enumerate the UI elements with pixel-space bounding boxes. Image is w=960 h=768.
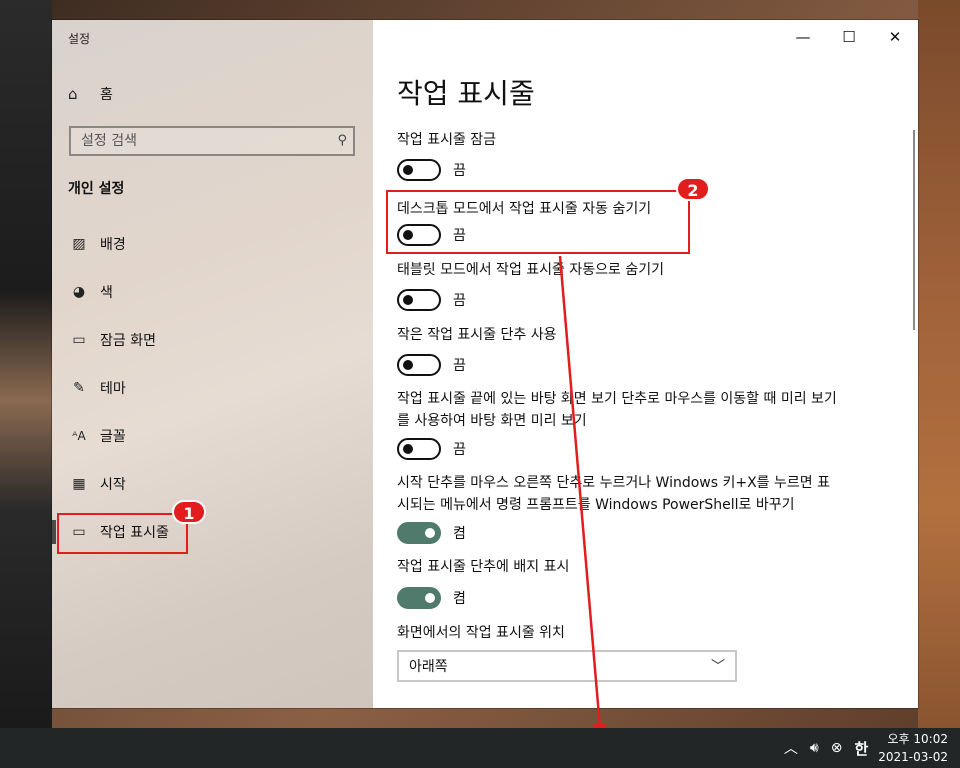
toggle-lock-taskbar[interactable]: 끔 xyxy=(397,159,466,181)
toggle-switch[interactable] xyxy=(397,438,441,460)
toggle-switch[interactable] xyxy=(397,354,441,376)
sidebar-item-background[interactable]: ▨ 배경 xyxy=(52,222,373,266)
toggle-state: 켬 xyxy=(453,591,466,607)
clock-date: 2021-03-02 xyxy=(878,750,948,764)
sidebar-item-label: 잠금 화면 xyxy=(100,333,156,349)
close-button[interactable]: ✕ xyxy=(872,20,918,54)
desktop-background-left xyxy=(0,0,52,728)
annotation-badge-1: 1 xyxy=(172,500,206,524)
sidebar-item-start[interactable]: ▦ 시작 xyxy=(52,462,373,506)
system-tray: ︿ 🔊︎ ⊗ 한 오후 10:02 2021-03-02 xyxy=(778,728,960,768)
section-heading: 개인 설정 xyxy=(68,181,125,197)
sidebar-item-lock-screen[interactable]: ▭ 잠금 화면 xyxy=(52,318,373,362)
window-title: 설정 xyxy=(68,32,91,46)
toggle-state: 끔 xyxy=(453,163,466,179)
palette-icon: ◕ xyxy=(72,284,86,300)
home-nav-item[interactable]: ⌂ 홈 xyxy=(68,82,113,106)
page-title: 작업 표시줄 xyxy=(397,77,535,110)
annotation-box-1 xyxy=(57,513,188,554)
search-icon[interactable]: ⚲ xyxy=(337,133,347,148)
toggle-switch[interactable] xyxy=(397,587,441,609)
sidebar-item-label: 글꼴 xyxy=(100,429,126,445)
home-icon: ⌂ xyxy=(68,85,78,103)
clock[interactable]: 오후 10:02 2021-03-02 xyxy=(878,730,948,766)
toggle-state: 끔 xyxy=(453,293,466,309)
sidebar: 설정 ⌂ 홈 ⚲ 개인 설정 ▨ 배경 ◕ 색 ▭ 잠금 화면 ✎ 테마 ᴬA … xyxy=(52,20,373,708)
toggle-switch[interactable] xyxy=(397,159,441,181)
annotation-badge-2: 2 xyxy=(676,177,710,201)
taskbar: ︿ 🔊︎ ⊗ 한 오후 10:02 2021-03-02 xyxy=(0,728,960,768)
clock-time: 오후 10:02 xyxy=(887,732,948,746)
setting-label: 태블릿 모드에서 작업 표시줄 자동으로 숨기기 xyxy=(397,262,664,278)
setting-label: 작업 표시줄 끝에 있는 바탕 화면 보기 단추로 마우스를 이동할 때 미리 … xyxy=(397,391,837,429)
dropdown-value: 아래쪽 xyxy=(409,659,448,675)
window-controls: — ☐ ✕ xyxy=(780,20,918,54)
position-label: 화면에서의 작업 표시줄 위치 xyxy=(397,625,565,641)
font-icon: ᴬA xyxy=(72,429,86,443)
setting-label: 시작 단추를 마우스 오른쪽 단추로 누르거나 Windows 키+X를 누르면… xyxy=(397,475,830,513)
sidebar-item-label: 색 xyxy=(100,285,113,301)
annotation-box-2 xyxy=(386,190,690,254)
setting-label: 작은 작업 표시줄 단추 사용 xyxy=(397,327,557,343)
sidebar-item-label: 시작 xyxy=(100,477,126,493)
chevron-down-icon: ﹀ xyxy=(711,659,725,675)
lock-screen-icon: ▭ xyxy=(72,332,86,348)
volume-icon[interactable]: 🔊︎ xyxy=(810,740,819,756)
desktop-background-right xyxy=(918,0,960,728)
network-disconnected-icon[interactable]: ⊗ xyxy=(831,740,843,756)
toggle-state: 끔 xyxy=(453,358,466,374)
image-icon: ▨ xyxy=(72,236,86,252)
chevron-up-icon[interactable]: ︿ xyxy=(784,738,798,758)
maximize-button[interactable]: ☐ xyxy=(826,20,872,54)
ime-indicator[interactable]: 한 xyxy=(854,738,868,759)
toggle-state: 끔 xyxy=(453,442,466,458)
minimize-button[interactable]: — xyxy=(780,20,826,54)
sidebar-item-theme[interactable]: ✎ 테마 xyxy=(52,366,373,410)
content-pane: — ☐ ✕ 작업 표시줄 작업 표시줄 잠금 끔 데스크톱 모드에서 작업 표시… xyxy=(373,20,918,708)
theme-icon: ✎ xyxy=(73,380,85,396)
toggle-small-buttons[interactable]: 끔 xyxy=(397,354,466,376)
search-input[interactable] xyxy=(71,128,331,154)
sidebar-item-label: 테마 xyxy=(100,381,126,397)
toggle-badges[interactable]: 켬 xyxy=(397,587,466,609)
sidebar-item-font[interactable]: ᴬA 글꼴 xyxy=(52,414,373,458)
settings-window: 설정 ⌂ 홈 ⚲ 개인 설정 ▨ 배경 ◕ 색 ▭ 잠금 화면 ✎ 테마 ᴬA … xyxy=(52,20,918,708)
search-box[interactable]: ⚲ xyxy=(69,126,355,156)
toggle-peek[interactable]: 끔 xyxy=(397,438,466,460)
toggle-powershell[interactable]: 켬 xyxy=(397,522,466,544)
start-icon: ▦ xyxy=(72,476,86,492)
toggle-state: 켬 xyxy=(453,526,466,542)
home-label: 홈 xyxy=(100,87,113,103)
sidebar-item-color[interactable]: ◕ 색 xyxy=(52,270,373,314)
scrollbar[interactable] xyxy=(913,130,915,330)
setting-label: 작업 표시줄 잠금 xyxy=(397,132,497,148)
sidebar-item-label: 배경 xyxy=(100,237,126,253)
toggle-auto-hide-tablet[interactable]: 끔 xyxy=(397,289,466,311)
toggle-switch[interactable] xyxy=(397,522,441,544)
toggle-switch[interactable] xyxy=(397,289,441,311)
position-dropdown[interactable]: 아래쪽 ﹀ xyxy=(397,650,737,682)
setting-label: 작업 표시줄 단추에 배지 표시 xyxy=(397,559,570,575)
